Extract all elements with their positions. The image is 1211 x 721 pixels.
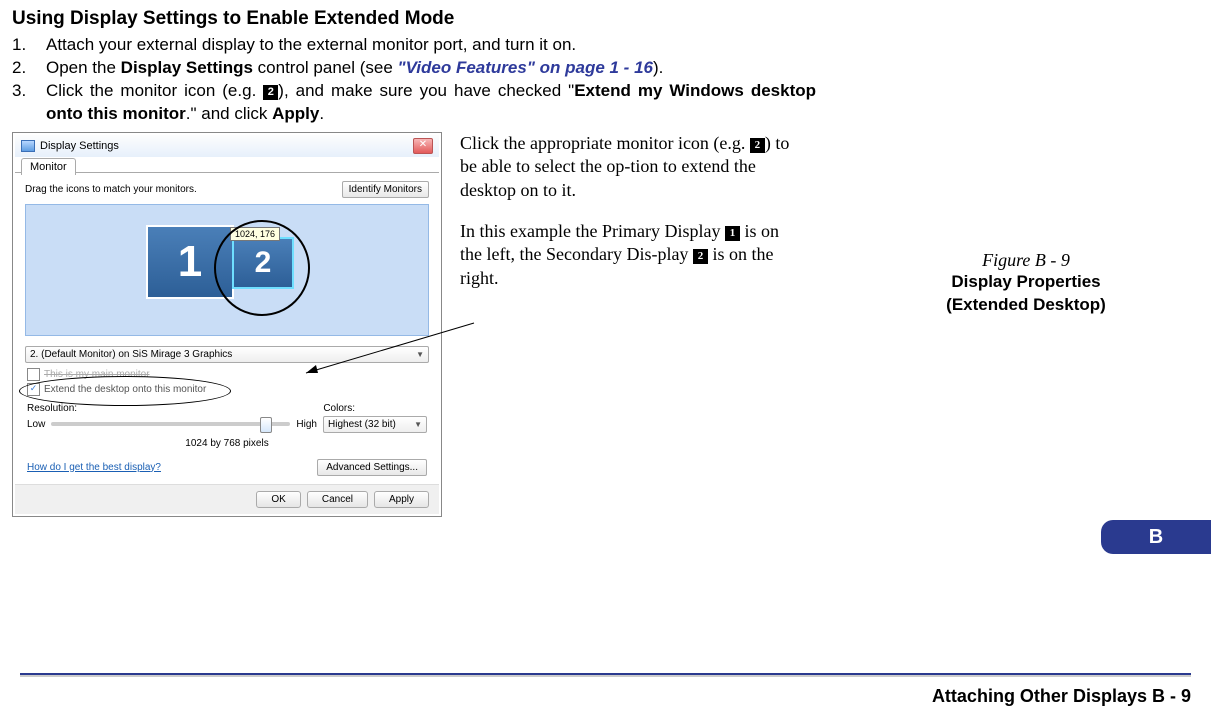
display-settings-dialog: Display Settings ✕ Monitor Drag the icon… <box>12 132 442 517</box>
titlebar: Display Settings ✕ <box>15 135 439 157</box>
monitor-preview[interactable]: 1 2 1024, 176 <box>25 204 429 336</box>
callout-circle-icon <box>214 220 310 316</box>
window-title: Display Settings <box>40 140 119 152</box>
resolution-label: Resolution: <box>27 403 77 414</box>
colors-value: Highest (32 bit) <box>328 419 396 430</box>
text: Click the monitor icon (e.g. <box>46 81 263 100</box>
monitor-badge-icon: 2 <box>693 249 708 264</box>
main-monitor-checkbox[interactable] <box>27 368 40 381</box>
dialog-button-row: OK Cancel Apply <box>15 484 439 514</box>
text-bold: Apply <box>272 104 319 123</box>
chevron-down-icon: ▼ <box>414 420 422 429</box>
callout-arrow-icon <box>306 323 486 383</box>
text-bold: Display Settings <box>121 58 253 77</box>
text: Open the <box>46 58 121 77</box>
colors-dropdown[interactable]: Highest (32 bit) ▼ <box>323 416 427 433</box>
slider-high-label: High <box>296 419 317 430</box>
text: In this example the Primary Display <box>460 221 725 241</box>
step-number: 1. <box>12 34 46 57</box>
page-heading: Using Display Settings to Enable Extende… <box>12 8 1191 30</box>
resolution-slider[interactable] <box>51 422 290 426</box>
figure-caption: Figure B - 9 Display Properties (Extende… <box>861 250 1191 317</box>
text: . <box>319 104 324 123</box>
step-body: Click the monitor icon (e.g. 2), and mak… <box>46 80 816 126</box>
drag-instruction: Drag the icons to match your monitors. <box>25 184 197 195</box>
commentary-text: Click the appropriate monitor icon (e.g.… <box>460 132 800 517</box>
figure-number: Figure B - 9 <box>861 250 1191 271</box>
appendix-tab: B <box>1101 520 1211 554</box>
dropdown-value: 2. (Default Monitor) on SiS Mirage 3 Gra… <box>30 349 232 360</box>
text: ." and click <box>186 104 272 123</box>
monitor-badge-icon: 2 <box>263 85 278 100</box>
callout-ellipse-icon <box>19 376 231 406</box>
step-body: Attach your external display to the exte… <box>46 34 816 57</box>
text: ). <box>653 58 663 77</box>
footer-text: Attaching Other Displays B - 9 <box>932 686 1191 707</box>
step-body: Open the Display Settings control panel … <box>46 57 816 80</box>
footer-rule <box>20 673 1191 677</box>
best-display-link[interactable]: How do I get the best display? <box>27 462 161 473</box>
tab-monitor[interactable]: Monitor <box>21 158 76 175</box>
step-number: 3. <box>12 80 46 126</box>
close-icon[interactable]: ✕ <box>413 138 433 154</box>
monitor-icon <box>21 140 35 152</box>
text: ), and make sure you have checked " <box>278 81 574 100</box>
figure-subtitle: (Extended Desktop) <box>861 294 1191 317</box>
step-number: 2. <box>12 57 46 80</box>
cancel-button[interactable]: Cancel <box>307 491 368 508</box>
advanced-settings-button[interactable]: Advanced Settings... <box>317 459 427 476</box>
resolution-value: 1024 by 768 pixels <box>15 435 439 455</box>
slider-thumb-icon[interactable] <box>260 417 272 433</box>
colors-label: Colors: <box>323 403 355 414</box>
steps-list: 1. Attach your external display to the e… <box>12 34 1191 126</box>
apply-button[interactable]: Apply <box>374 491 429 508</box>
ok-button[interactable]: OK <box>256 491 300 508</box>
cross-ref-link[interactable]: "Video Features" on page 1 - 16 <box>398 58 653 77</box>
monitor-badge-icon: 2 <box>750 138 765 153</box>
identify-monitors-button[interactable]: Identify Monitors <box>342 181 429 198</box>
slider-low-label: Low <box>27 419 45 430</box>
monitor-badge-icon: 1 <box>725 226 740 241</box>
figure-subtitle: Display Properties <box>861 271 1191 294</box>
text: Click the appropriate monitor icon (e.g. <box>460 133 750 153</box>
text: control panel (see <box>253 58 398 77</box>
